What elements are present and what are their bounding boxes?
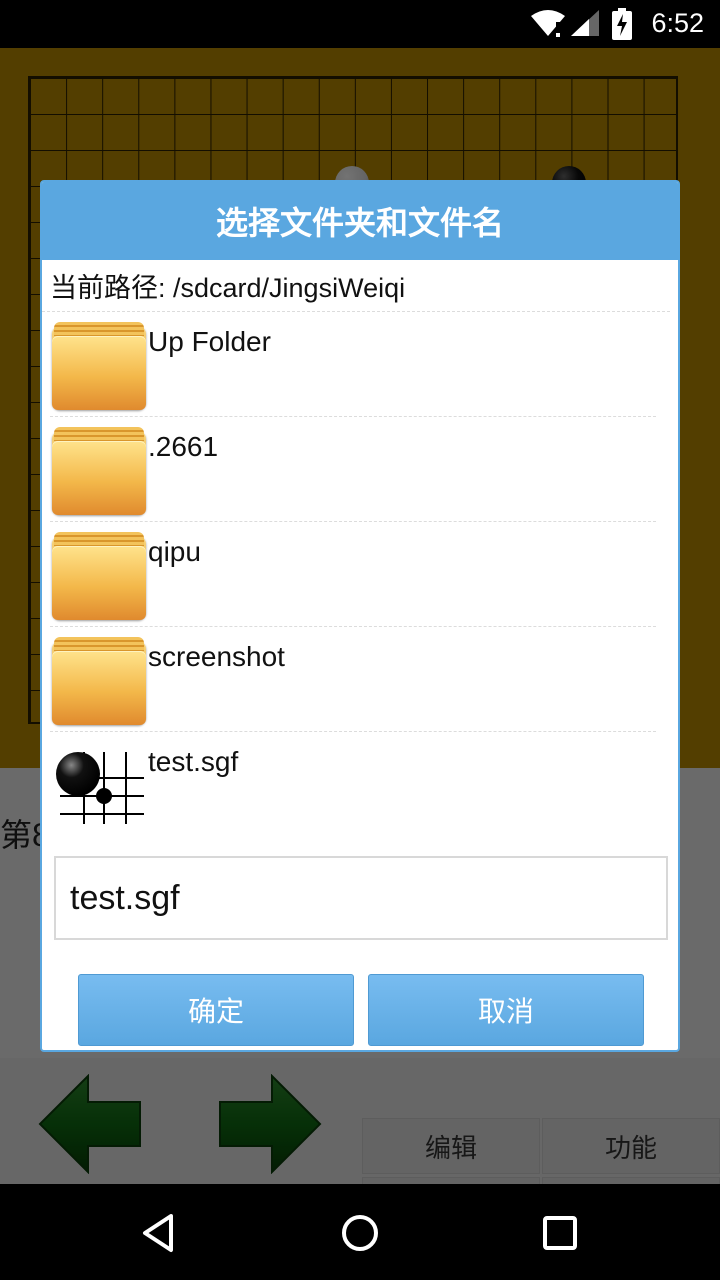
filename-input[interactable]: test.sgf bbox=[54, 856, 668, 940]
folder-icon bbox=[52, 532, 146, 620]
folder-icon bbox=[52, 637, 146, 725]
status-bar: 6:52 bbox=[0, 0, 720, 48]
wifi-icon bbox=[531, 10, 565, 37]
list-item-folder[interactable]: .2661 bbox=[50, 417, 656, 522]
battery-charging-icon bbox=[612, 8, 632, 40]
cell-signal-icon bbox=[571, 10, 599, 36]
list-item-folder[interactable]: qipu bbox=[50, 522, 656, 627]
folder-icon bbox=[52, 427, 146, 515]
folder-icon bbox=[52, 322, 146, 410]
back-icon[interactable] bbox=[139, 1212, 181, 1254]
file-chooser-dialog: 选择文件夹和文件名 当前路径: /sdcard/JingsiWeiqi Up F… bbox=[40, 180, 680, 1052]
list-item-file[interactable]: test.sgf bbox=[50, 732, 656, 837]
clock: 6:52 bbox=[651, 8, 704, 38]
list-item-folder[interactable]: screenshot bbox=[50, 627, 656, 732]
list-item-up-folder[interactable]: Up Folder bbox=[50, 312, 656, 417]
current-path: 当前路径: /sdcard/JingsiWeiqi bbox=[42, 260, 670, 312]
go-board-file-icon bbox=[56, 752, 144, 824]
file-name: screenshot bbox=[148, 641, 285, 672]
file-name: .2661 bbox=[148, 431, 219, 462]
recents-icon[interactable] bbox=[539, 1212, 581, 1254]
ok-button[interactable]: 确定 bbox=[78, 974, 354, 1046]
file-name: Up Folder bbox=[148, 326, 271, 357]
cancel-button[interactable]: 取消 bbox=[368, 974, 644, 1046]
file-name: test.sgf bbox=[148, 746, 239, 777]
dialog-title: 选择文件夹和文件名 bbox=[42, 182, 678, 260]
file-list: Up Folder .2661 qipu screenshot test.sgf bbox=[42, 312, 678, 837]
navigation-bar bbox=[0, 1184, 720, 1280]
file-name: qipu bbox=[148, 536, 201, 567]
home-icon[interactable] bbox=[339, 1212, 381, 1254]
